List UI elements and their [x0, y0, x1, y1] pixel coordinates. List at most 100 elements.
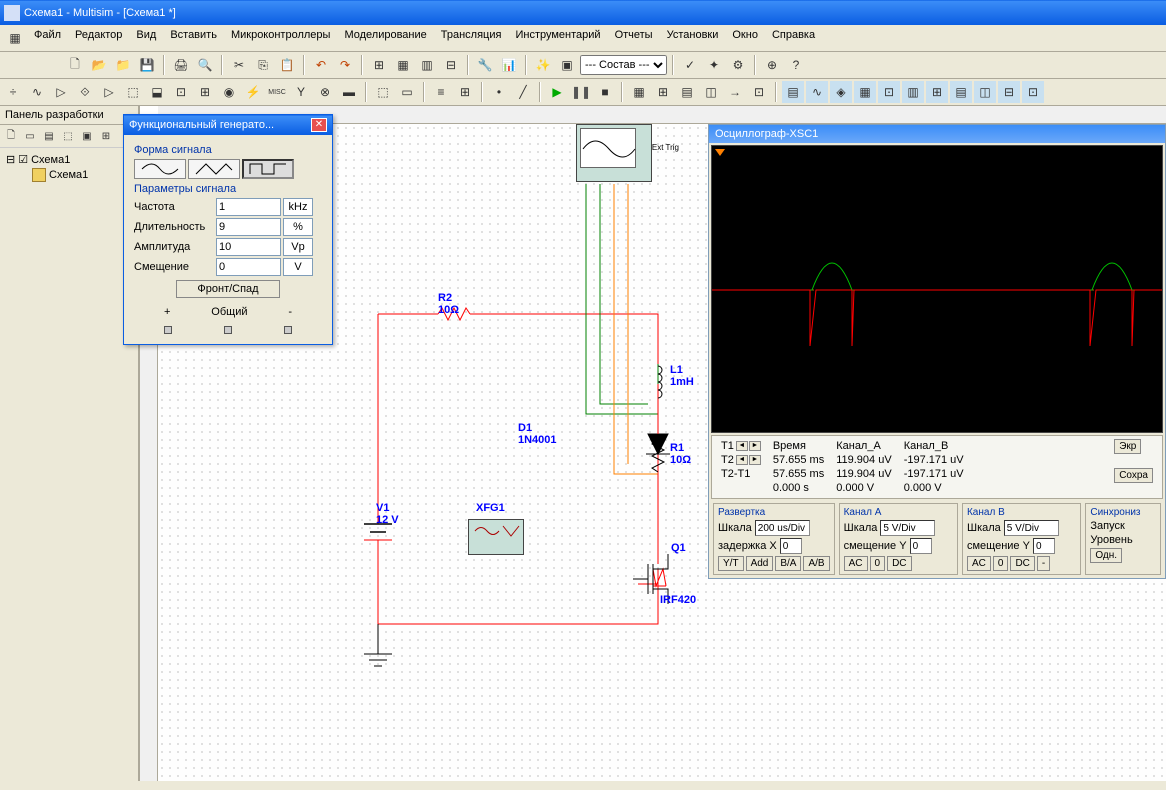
inst3-icon[interactable]: ▤	[676, 81, 698, 103]
edge-button[interactable]: Фронт/Спад	[176, 280, 279, 298]
design-tree[interactable]: ⊟ ☑ Схема1 Схема1	[0, 148, 138, 187]
triangle-wave-button[interactable]	[188, 159, 240, 179]
menu-view[interactable]: Вид	[130, 27, 162, 49]
chb-ypos-input[interactable]	[1033, 538, 1055, 554]
menu-mcu[interactable]: Микроконтроллеры	[225, 27, 337, 49]
t2-left-icon[interactable]: ◄	[736, 455, 748, 465]
rf-icon[interactable]: Y	[290, 81, 312, 103]
side-b4-icon[interactable]: ⬚	[59, 127, 77, 145]
misc2-icon[interactable]: MISC	[266, 81, 288, 103]
print-icon[interactable]: 🖨	[170, 54, 192, 76]
pause-icon[interactable]: ❚❚	[570, 81, 592, 103]
grid3-icon[interactable]: ▥	[416, 54, 438, 76]
cha-dc-button[interactable]: DC	[887, 556, 911, 571]
copy-icon[interactable]: ⎘	[252, 54, 274, 76]
grid4-icon[interactable]: ⊟	[440, 54, 462, 76]
ba-button[interactable]: B/A	[775, 556, 801, 571]
tool7-icon[interactable]: ⊕	[761, 54, 783, 76]
menu-file[interactable]: Файл	[28, 27, 67, 49]
scope-expand-button[interactable]: Экр	[1114, 439, 1141, 454]
menu-options[interactable]: Установки	[661, 27, 725, 49]
inst4-icon[interactable]: ◫	[700, 81, 722, 103]
terminal-plus[interactable]	[164, 326, 172, 334]
power-icon[interactable]: ⚡	[242, 81, 264, 103]
instH-icon[interactable]: ▤	[950, 81, 972, 103]
chb-scale-input[interactable]	[1004, 520, 1059, 536]
tree-expand-icon[interactable]: ⊟	[6, 153, 15, 166]
run-icon[interactable]: ▶	[546, 81, 568, 103]
menu-tools[interactable]: Инструментарий	[509, 27, 606, 49]
side-b2-icon[interactable]: ▭	[21, 127, 39, 145]
comp1-icon[interactable]: 🔧	[474, 54, 496, 76]
t1-right-icon[interactable]: ►	[749, 441, 761, 451]
tool5-icon[interactable]: ✦	[703, 54, 725, 76]
redo-icon[interactable]: ↷	[334, 54, 356, 76]
preview-icon[interactable]: 🔍	[194, 54, 216, 76]
inst5-icon[interactable]: →	[724, 81, 746, 103]
app-mdi-icon[interactable]: ▦	[4, 27, 26, 49]
menu-transfer[interactable]: Трансляция	[435, 27, 508, 49]
oscilloscope-component[interactable]: Ext Trig	[576, 124, 652, 182]
side-b3-icon[interactable]: ▤	[40, 127, 58, 145]
junct-icon[interactable]: •	[488, 81, 510, 103]
mixed-icon[interactable]: ⊞	[194, 81, 216, 103]
instB-icon[interactable]: ∿	[806, 81, 828, 103]
offset-input[interactable]	[216, 258, 281, 276]
tool6-icon[interactable]: ⚙	[727, 54, 749, 76]
function-generator-dialog[interactable]: Функциональный генерато... ✕ Форма сигна…	[123, 114, 333, 345]
timebase-delay-input[interactable]	[780, 538, 802, 554]
wire-icon[interactable]: ╱	[512, 81, 534, 103]
bus-icon[interactable]: ≡	[430, 81, 452, 103]
instE-icon[interactable]: ⊡	[878, 81, 900, 103]
instA-icon[interactable]: ▤	[782, 81, 804, 103]
close-icon[interactable]: ✕	[311, 118, 327, 132]
grid1-icon[interactable]: ⊞	[368, 54, 390, 76]
check-icon[interactable]: ✓	[679, 54, 701, 76]
chb-0-button[interactable]: 0	[993, 556, 1009, 571]
inst6-icon[interactable]: ⊡	[748, 81, 770, 103]
diode-icon[interactable]: ▷	[50, 81, 72, 103]
instF-icon[interactable]: ▥	[902, 81, 924, 103]
instJ-icon[interactable]: ⊟	[998, 81, 1020, 103]
instD-icon[interactable]: ▦	[854, 81, 876, 103]
place2-icon[interactable]: ▭	[396, 81, 418, 103]
instC-icon[interactable]: ◈	[830, 81, 852, 103]
t1-left-icon[interactable]: ◄	[736, 441, 748, 451]
tree-child[interactable]: Схема1	[4, 167, 134, 183]
side-b6-icon[interactable]: ⊞	[97, 127, 115, 145]
cha-ac-button[interactable]: AC	[844, 556, 868, 571]
mcu1-icon[interactable]: ▬	[338, 81, 360, 103]
menu-reports[interactable]: Отчеты	[609, 27, 659, 49]
analog-icon[interactable]: ▷	[98, 81, 120, 103]
em-icon[interactable]: ⊗	[314, 81, 336, 103]
undo-icon[interactable]: ↶	[310, 54, 332, 76]
place1-icon[interactable]: ⬚	[372, 81, 394, 103]
trans-icon[interactable]: ⟐	[74, 81, 96, 103]
trigger-single-button[interactable]: Одн.	[1090, 548, 1122, 563]
save-icon[interactable]: 💾	[136, 54, 158, 76]
terminal-common[interactable]	[224, 326, 232, 334]
src-icon[interactable]: ÷	[2, 81, 24, 103]
chb-dc-button[interactable]: DC	[1010, 556, 1034, 571]
add-button[interactable]: Add	[746, 556, 774, 571]
yt-button[interactable]: Y/T	[718, 556, 744, 571]
scope-title[interactable]: Осциллограф-XSC1	[709, 125, 1165, 143]
inst2-icon[interactable]: ⊞	[652, 81, 674, 103]
cmos-icon[interactable]: ⬓	[146, 81, 168, 103]
hier-icon[interactable]: ⊞	[454, 81, 476, 103]
open-icon[interactable]: 📂	[88, 54, 110, 76]
duty-input[interactable]	[216, 218, 281, 236]
duty-unit[interactable]: %	[283, 218, 313, 236]
help-icon[interactable]: ?	[785, 54, 807, 76]
menu-simulate[interactable]: Моделирование	[338, 27, 432, 49]
comp3-icon[interactable]: ▣	[556, 54, 578, 76]
wand-icon[interactable]: ✨	[532, 54, 554, 76]
menu-window[interactable]: Окно	[726, 27, 764, 49]
offset-unit[interactable]: V	[283, 258, 313, 276]
comp2-icon[interactable]: 📊	[498, 54, 520, 76]
paste-icon[interactable]: 📋	[276, 54, 298, 76]
square-wave-button[interactable]	[242, 159, 294, 179]
inst1-icon[interactable]: ▦	[628, 81, 650, 103]
cha-ypos-input[interactable]	[910, 538, 932, 554]
side-b5-icon[interactable]: ▣	[78, 127, 96, 145]
